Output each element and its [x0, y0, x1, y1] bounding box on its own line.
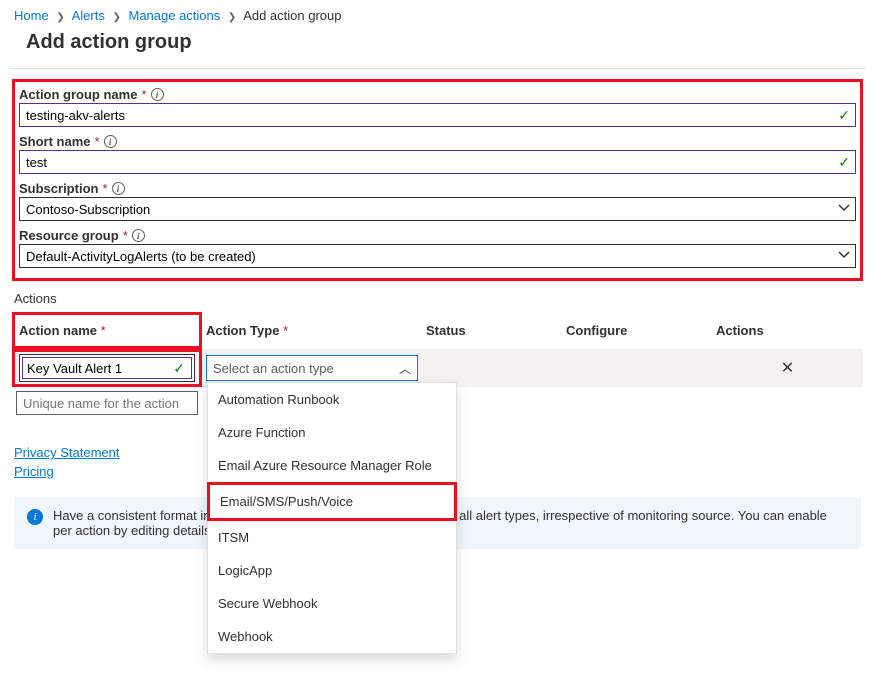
info-icon: i: [27, 509, 43, 525]
chevron-up-icon: ︿: [399, 360, 411, 377]
chevron-right-icon: ❯: [56, 12, 64, 23]
dropdown-option-email-sms-push-voice[interactable]: Email/SMS/Push/Voice: [207, 482, 457, 521]
field-resource-group: Resource group * i: [19, 227, 856, 268]
action-name-input[interactable]: [23, 358, 191, 378]
status-cell: [422, 366, 562, 370]
field-short-name: Short name * i ✓: [19, 133, 856, 174]
action-name-placeholder-input[interactable]: [16, 391, 198, 415]
breadcrumb-current: Add action group: [243, 8, 341, 23]
label-action-group-name: Action group name: [19, 87, 137, 102]
subscription-select[interactable]: [19, 197, 856, 221]
actions-table-header: Action name * Action Type * Status Confi…: [12, 312, 863, 349]
col-status: Status: [422, 315, 562, 346]
info-icon[interactable]: i: [112, 182, 125, 195]
divider: [10, 68, 865, 69]
chevron-right-icon: ❯: [228, 12, 236, 23]
form-highlight-box: Action group name * i ✓ Short name * i ✓…: [12, 79, 863, 281]
label-resource-group: Resource group: [19, 228, 119, 243]
field-subscription: Subscription * i: [19, 180, 856, 221]
dropdown-option-itsm[interactable]: ITSM: [208, 521, 456, 554]
action-name-cell-hl: ✓: [12, 349, 202, 387]
info-icon[interactable]: i: [132, 229, 145, 242]
label-short-name: Short name: [19, 134, 91, 149]
col-action-type: Action Type *: [202, 315, 422, 346]
dropdown-option-webhook[interactable]: Webhook: [208, 620, 456, 653]
action-type-dropdown[interactable]: Select an action type ︿: [206, 355, 418, 381]
breadcrumb-alerts[interactable]: Alerts: [72, 8, 105, 23]
action-type-dropdown-menu: Automation Runbook Azure Function Email …: [207, 382, 457, 654]
action-group-name-input[interactable]: [19, 103, 856, 127]
actions-table: Action name * Action Type * Status Confi…: [12, 312, 863, 419]
required-marker: *: [102, 181, 107, 196]
delete-row-button[interactable]: ✕: [712, 356, 863, 380]
breadcrumb-home[interactable]: Home: [14, 8, 49, 23]
page-title: Add action group: [26, 31, 875, 54]
dropdown-option-secure-webhook[interactable]: Secure Webhook: [208, 587, 456, 620]
configure-cell: [562, 366, 712, 370]
breadcrumb: Home ❯ Alerts ❯ Manage actions ❯ Add act…: [0, 0, 875, 27]
label-subscription: Subscription: [19, 181, 98, 196]
chevron-right-icon: ❯: [112, 12, 120, 23]
required-marker: *: [95, 134, 100, 149]
field-action-group-name: Action group name * i ✓: [19, 86, 856, 127]
action-type-placeholder: Select an action type: [213, 361, 334, 376]
breadcrumb-manage-actions[interactable]: Manage actions: [128, 8, 220, 23]
dropdown-option-azure-function[interactable]: Azure Function: [208, 416, 456, 449]
resource-group-select[interactable]: [19, 244, 856, 268]
dropdown-option-email-arm-role[interactable]: Email Azure Resource Manager Role: [208, 449, 456, 482]
col-configure: Configure: [562, 315, 712, 346]
actions-heading: Actions: [14, 291, 861, 306]
info-icon[interactable]: i: [151, 88, 164, 101]
required-marker: *: [283, 323, 288, 338]
info-icon[interactable]: i: [104, 135, 117, 148]
required-marker: *: [101, 323, 106, 338]
dropdown-option-automation-runbook[interactable]: Automation Runbook: [208, 383, 456, 416]
col-action-name: Action name: [19, 323, 97, 338]
required-marker: *: [123, 228, 128, 243]
dropdown-option-logicapp[interactable]: LogicApp: [208, 554, 456, 587]
short-name-input[interactable]: [19, 150, 856, 174]
col-action-name-hl: Action name *: [12, 312, 202, 349]
required-marker: *: [141, 87, 146, 102]
col-actions: Actions: [712, 315, 863, 346]
